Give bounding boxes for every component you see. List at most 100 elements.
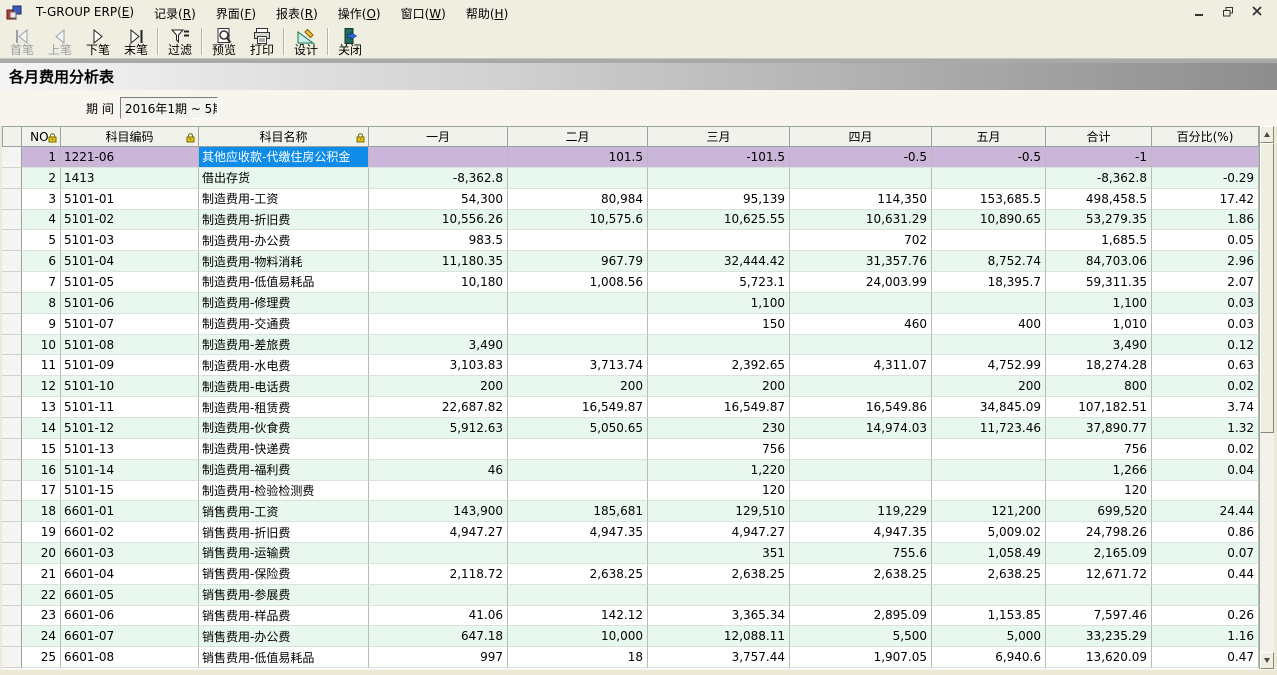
cell-r23-c4[interactable]: 41.06: [369, 606, 508, 627]
column-header-4[interactable]: 一月: [369, 126, 508, 147]
cell-r3-c8[interactable]: 153,685.5: [932, 189, 1046, 210]
cell-r13-c10[interactable]: 3.74: [1152, 397, 1259, 418]
close-button[interactable]: [1251, 6, 1263, 20]
toolbar-button-prev-record[interactable]: 上笔: [41, 27, 79, 58]
restore-button[interactable]: [1222, 6, 1234, 20]
table-row[interactable]: 226601-05销售费用-参展费: [2, 585, 1259, 606]
cell-r25-c1[interactable]: 25: [22, 647, 61, 668]
cell-r10-c10[interactable]: 0.12: [1152, 335, 1259, 356]
scrollbar-thumb[interactable]: [1260, 143, 1274, 433]
cell-r24-c7[interactable]: 5,500: [790, 626, 932, 647]
cell-r25-c9[interactable]: 13,620.09: [1046, 647, 1152, 668]
cell-r15-c9[interactable]: 756: [1046, 439, 1152, 460]
cell-r20-c3[interactable]: 销售费用-运输费: [199, 543, 369, 564]
row-selector[interactable]: [2, 481, 22, 502]
cell-r19-c6[interactable]: 4,947.27: [648, 522, 790, 543]
cell-r7-c4[interactable]: 10,180: [369, 272, 508, 293]
cell-r15-c7[interactable]: [790, 439, 932, 460]
cell-r17-c7[interactable]: [790, 481, 932, 502]
cell-r24-c6[interactable]: 12,088.11: [648, 626, 790, 647]
vertical-scrollbar[interactable]: [1259, 126, 1274, 669]
cell-r19-c4[interactable]: 4,947.27: [369, 522, 508, 543]
cell-r9-c7[interactable]: 460: [790, 314, 932, 335]
cell-r15-c2[interactable]: 5101-13: [61, 439, 199, 460]
cell-r23-c10[interactable]: 0.26: [1152, 606, 1259, 627]
cell-r24-c4[interactable]: 647.18: [369, 626, 508, 647]
cell-r1-c8[interactable]: -0.5: [932, 147, 1046, 168]
cell-r9-c10[interactable]: 0.03: [1152, 314, 1259, 335]
cell-r16-c3[interactable]: 制造费用-福利费: [199, 460, 369, 481]
cell-r25-c7[interactable]: 1,907.05: [790, 647, 932, 668]
menu-item-界面[interactable]: 界面(F): [206, 2, 266, 25]
cell-r17-c9[interactable]: 120: [1046, 481, 1152, 502]
cell-r20-c2[interactable]: 6601-03: [61, 543, 199, 564]
cell-r3-c9[interactable]: 498,458.5: [1046, 189, 1152, 210]
cell-r2-c8[interactable]: [932, 168, 1046, 189]
cell-r12-c2[interactable]: 5101-10: [61, 376, 199, 397]
row-selector[interactable]: [2, 168, 22, 189]
cell-r13-c6[interactable]: 16,549.87: [648, 397, 790, 418]
scroll-up-button[interactable]: [1260, 126, 1274, 143]
cell-r24-c10[interactable]: 1.16: [1152, 626, 1259, 647]
cell-r9-c2[interactable]: 5101-07: [61, 314, 199, 335]
cell-r9-c5[interactable]: [508, 314, 648, 335]
cell-r2-c5[interactable]: [508, 168, 648, 189]
cell-r18-c6[interactable]: 129,510: [648, 501, 790, 522]
cell-r10-c5[interactable]: [508, 335, 648, 356]
menu-item-操作[interactable]: 操作(O): [328, 2, 391, 25]
cell-r3-c1[interactable]: 3: [22, 189, 61, 210]
cell-r13-c4[interactable]: 22,687.82: [369, 397, 508, 418]
cell-r7-c5[interactable]: 1,008.56: [508, 272, 648, 293]
table-row[interactable]: 246601-07销售费用-办公费647.1810,00012,088.115,…: [2, 626, 1259, 647]
row-selector[interactable]: [2, 397, 22, 418]
cell-r4-c5[interactable]: 10,575.6: [508, 210, 648, 231]
period-input[interactable]: 2016年1期 ~ 5期: [120, 97, 218, 119]
toolbar-button-close-form[interactable]: 关闭: [331, 27, 369, 58]
cell-r4-c1[interactable]: 4: [22, 210, 61, 231]
cell-r2-c9[interactable]: -8,362.8: [1046, 168, 1152, 189]
row-selector[interactable]: [2, 251, 22, 272]
cell-r4-c10[interactable]: 1.86: [1152, 210, 1259, 231]
cell-r21-c6[interactable]: 2,638.25: [648, 564, 790, 585]
cell-r14-c4[interactable]: 5,912.63: [369, 418, 508, 439]
table-row[interactable]: 135101-11制造费用-租赁费22,687.8216,549.8716,54…: [2, 397, 1259, 418]
cell-r3-c2[interactable]: 5101-01: [61, 189, 199, 210]
cell-r17-c1[interactable]: 17: [22, 481, 61, 502]
cell-r8-c6[interactable]: 1,100: [648, 293, 790, 314]
cell-r6-c10[interactable]: 2.96: [1152, 251, 1259, 272]
cell-r7-c7[interactable]: 24,003.99: [790, 272, 932, 293]
cell-r22-c9[interactable]: [1046, 585, 1152, 606]
cell-r10-c8[interactable]: [932, 335, 1046, 356]
cell-r24-c2[interactable]: 6601-07: [61, 626, 199, 647]
cell-r18-c7[interactable]: 119,229: [790, 501, 932, 522]
row-selector[interactable]: [2, 543, 22, 564]
cell-r22-c7[interactable]: [790, 585, 932, 606]
cell-r12-c10[interactable]: 0.02: [1152, 376, 1259, 397]
cell-r21-c9[interactable]: 12,671.72: [1046, 564, 1152, 585]
cell-r19-c5[interactable]: 4,947.35: [508, 522, 648, 543]
cell-r17-c6[interactable]: 120: [648, 481, 790, 502]
table-row[interactable]: 115101-09制造费用-水电费3,103.833,713.742,392.6…: [2, 355, 1259, 376]
cell-r21-c5[interactable]: 2,638.25: [508, 564, 648, 585]
toolbar-button-print[interactable]: 打印: [243, 27, 281, 58]
cell-r23-c1[interactable]: 23: [22, 606, 61, 627]
cell-r14-c8[interactable]: 11,723.46: [932, 418, 1046, 439]
cell-r10-c4[interactable]: 3,490: [369, 335, 508, 356]
table-row[interactable]: 21413借出存货-8,362.8-8,362.8-0.29: [2, 168, 1259, 189]
cell-r15-c8[interactable]: [932, 439, 1046, 460]
cell-r6-c4[interactable]: 11,180.35: [369, 251, 508, 272]
cell-r11-c8[interactable]: 4,752.99: [932, 355, 1046, 376]
cell-r22-c5[interactable]: [508, 585, 648, 606]
cell-r19-c2[interactable]: 6601-02: [61, 522, 199, 543]
cell-r22-c2[interactable]: 6601-05: [61, 585, 199, 606]
cell-r23-c9[interactable]: 7,597.46: [1046, 606, 1152, 627]
cell-r25-c5[interactable]: 18: [508, 647, 648, 668]
row-selector[interactable]: [2, 439, 22, 460]
cell-r18-c1[interactable]: 18: [22, 501, 61, 522]
cell-r20-c6[interactable]: 351: [648, 543, 790, 564]
cell-r4-c3[interactable]: 制造费用-折旧费: [199, 210, 369, 231]
column-header-5[interactable]: 二月: [508, 126, 648, 147]
cell-r12-c3[interactable]: 制造费用-电话费: [199, 376, 369, 397]
cell-r3-c7[interactable]: 114,350: [790, 189, 932, 210]
cell-r15-c5[interactable]: [508, 439, 648, 460]
